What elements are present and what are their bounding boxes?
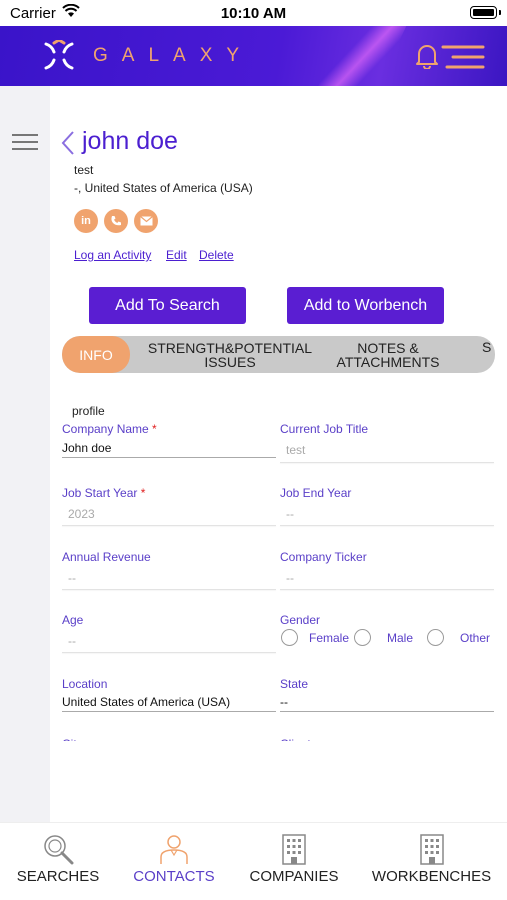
annual-revenue-label: Annual Revenue [62,550,151,564]
gender-other-label[interactable]: Other [460,631,490,645]
app-header: GALAXY [0,26,507,86]
annual-revenue-input[interactable]: -- [68,571,76,589]
tab-strength-potential-issues[interactable]: STRENGTH&POTENTIAL ISSUES [142,336,318,373]
annual-revenue-underline [62,589,276,590]
age-input[interactable]: -- [68,634,76,652]
company-name-underline [62,457,276,458]
bottom-nav: SEARCHES CONTACTS COMPANIES WORKBENCHES [0,822,507,900]
phone-icon[interactable] [104,209,128,233]
section-profile: profile [72,404,105,418]
state-underline [280,711,494,712]
add-to-workbench-button[interactable]: Add to Worbench [287,287,444,324]
company-ticker-underline [280,589,494,590]
nav-contacts[interactable]: CONTACTS [116,823,232,900]
email-icon[interactable] [134,209,158,233]
side-rail [0,86,50,822]
gender-label: Gender [280,613,321,627]
nav-companies-label: COMPANIES [249,868,339,885]
building-icon [419,834,444,865]
job-end-year-label: Job End Year [280,486,352,500]
nav-workbenches[interactable]: WORKBENCHES [364,823,499,900]
job-end-year-input[interactable]: -- [286,507,294,525]
gender-male-radio[interactable] [354,629,371,646]
location-label: Location [62,677,108,691]
brand-name: GALAXY [93,45,254,66]
company-ticker-input[interactable]: -- [286,571,294,589]
search-icon [44,835,74,865]
back-chevron-icon[interactable] [60,130,76,156]
contact-location: -, United States of America (USA) [74,181,253,195]
tab-info[interactable]: INFO [62,336,130,373]
tab-bar: INFO STRENGTH&POTENTIAL ISSUES NOTES & A… [62,336,495,373]
state-label: State [280,677,309,691]
contact-detail: john doe test -, United States of Americ… [50,86,507,822]
job-start-year-label: Job Start Year * [62,486,146,500]
linkedin-icon[interactable]: in [74,209,98,233]
location-underline [62,711,276,712]
age-underline [62,652,276,653]
contacts-icon [160,835,188,864]
galaxy-logo-icon [44,40,74,70]
battery-icon [470,6,497,19]
current-job-title-input[interactable]: test [286,443,305,461]
client-label: Client [280,735,311,741]
tab-notes-attachments[interactable]: NOTES & ATTACHMENTS [328,336,448,373]
job-end-year-underline [280,525,494,526]
nav-searches-label: SEARCHES [16,868,100,885]
battery-tip [499,10,501,15]
nav-companies[interactable]: COMPANIES [232,823,356,900]
clock: 10:10 AM [220,5,287,22]
gender-other-radio[interactable] [427,629,444,646]
bell-icon[interactable] [415,43,439,69]
add-to-search-button[interactable]: Add To Search [89,287,246,324]
contact-name: john doe [82,127,178,155]
nav-contacts-label: CONTACTS [133,868,215,885]
hamburger-icon[interactable] [12,134,38,152]
gender-male-label[interactable]: Male [387,631,413,645]
nav-workbenches-label: WORKBENCHES [371,868,492,885]
job-start-year-input[interactable]: 2023 [68,507,95,525]
header-light-streak [309,26,411,86]
company-ticker-label: Company Ticker [280,550,367,564]
status-bar: Carrier 10:10 AM [0,0,507,26]
contact-subtitle: test [74,163,94,177]
building-icon [282,834,306,865]
menu-icon[interactable] [441,44,485,70]
log-activity-link[interactable]: Log an Activity [74,248,151,262]
city-label: City [62,735,83,741]
tab-overflow[interactable]: S [482,336,495,373]
age-label: Age [62,613,84,627]
current-job-title-label: Current Job Title [280,422,369,436]
edit-link[interactable]: Edit [166,248,187,262]
gender-female-radio[interactable] [281,629,298,646]
current-job-title-underline [280,462,494,463]
job-start-year-underline [62,525,276,526]
gender-female-label[interactable]: Female [309,631,349,645]
nav-searches[interactable]: SEARCHES [0,823,116,900]
company-name-label: Company Name * [62,422,157,436]
delete-link[interactable]: Delete [199,248,234,262]
